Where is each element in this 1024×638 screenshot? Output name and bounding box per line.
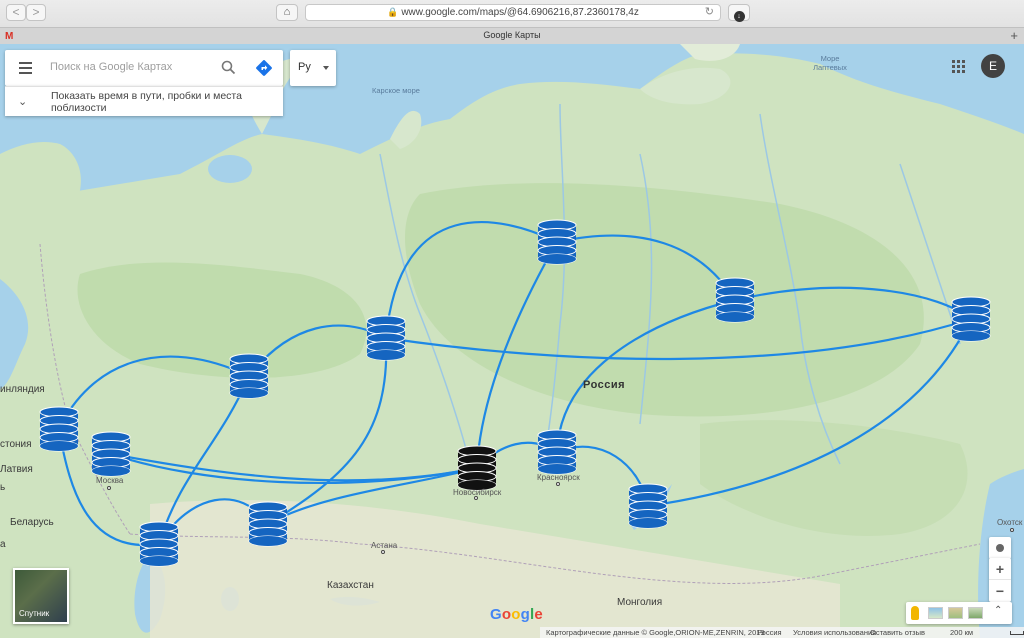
zoom-out-button[interactable]: −	[989, 580, 1011, 602]
travel-info-panel[interactable]: ⌄ Показать время в пути, пробки и места …	[5, 86, 283, 116]
label-finland: инляндия	[0, 384, 45, 395]
lock-icon: 🔒	[387, 7, 399, 17]
satellite-label: Спутник	[19, 609, 50, 618]
route-line	[385, 317, 972, 361]
chevron-down-icon[interactable]: ⌄	[18, 95, 27, 108]
caret-down-icon	[323, 66, 329, 70]
map-data-attribution: Картографические данные © Google,ORION-M…	[546, 628, 765, 637]
feedback-link[interactable]: Оставить отзыв	[870, 628, 925, 637]
route-line	[647, 318, 972, 508]
route-lines	[57, 221, 972, 547]
layers-bar: ⌃	[906, 602, 1012, 624]
label-kazakhstan: Казахстан	[327, 580, 374, 591]
terms-link[interactable]: Условия использования	[793, 628, 876, 637]
route-line	[555, 298, 736, 453]
my-location-button[interactable]	[989, 537, 1011, 559]
download-button[interactable]: ↓	[728, 4, 750, 22]
route-line	[556, 234, 736, 301]
database-node-novosibirsk[interactable]	[457, 445, 497, 491]
input-language-label: Ру	[298, 61, 311, 73]
database-node[interactable]	[91, 431, 131, 477]
satellite-toggle[interactable]: Спутник	[13, 568, 69, 624]
database-node[interactable]	[951, 296, 991, 342]
label-astana: Астана	[371, 541, 398, 550]
database-node[interactable]	[537, 429, 577, 475]
zoom-in-button[interactable]: +	[989, 558, 1011, 580]
label-laptev-sea: Море Лаптевых	[813, 54, 847, 72]
reload-icon[interactable]: ↻	[705, 5, 714, 20]
database-node[interactable]	[139, 521, 179, 567]
map-canvas[interactable]: Карское море Море Лаптевых Россия инлянд…	[0, 44, 1024, 638]
database-node[interactable]	[39, 406, 79, 452]
database-node[interactable]	[715, 277, 755, 323]
route-line	[58, 355, 250, 430]
layer-thumb-1[interactable]	[928, 607, 943, 619]
directions-icon[interactable]	[255, 59, 273, 77]
label-belarus: Беларусь	[10, 517, 54, 528]
scale-bar	[1010, 631, 1024, 635]
route-line	[734, 286, 972, 320]
database-node[interactable]	[229, 353, 269, 399]
search-panel: Поиск на Google Картах	[5, 50, 283, 86]
database-node[interactable]	[366, 315, 406, 361]
url-text: www.google.com/maps/@64.6906216,87.23601…	[401, 7, 639, 18]
route-line	[267, 466, 478, 525]
route-line	[157, 375, 251, 545]
new-tab-button[interactable]: +	[1010, 28, 1018, 43]
search-icon[interactable]	[220, 59, 237, 76]
label-estonia: стония	[0, 439, 32, 450]
menu-icon[interactable]	[19, 62, 32, 74]
astana-dot	[381, 550, 385, 554]
account-avatar[interactable]: E	[981, 54, 1005, 78]
label-mongolia: Монголия	[617, 597, 663, 608]
input-language-button[interactable]: Ру	[290, 50, 336, 86]
label-letter-l: ь	[0, 482, 6, 493]
label-kara-sea: Карское море	[372, 86, 420, 95]
okhotsk-dot	[1010, 528, 1014, 532]
google-logo: Google	[490, 606, 543, 623]
pegman-icon[interactable]	[911, 606, 919, 620]
network-overlay	[39, 219, 991, 567]
label-krasnoyarsk: Красноярск	[537, 473, 580, 482]
label-letter-a: а	[0, 539, 6, 550]
travel-info-text: Показать время в пути, пробки и места по…	[51, 90, 242, 114]
database-node[interactable]	[248, 501, 288, 547]
route-line	[384, 221, 558, 339]
home-button[interactable]: ⌂	[276, 4, 298, 21]
database-nodes	[39, 219, 991, 567]
google-apps-icon[interactable]	[952, 60, 966, 74]
label-russia: Россия	[583, 379, 626, 391]
download-icon: ↓	[733, 11, 745, 22]
zoom-controls: + −	[989, 558, 1011, 602]
browser-toolbar: < > ⌂ 🔒 www.google.com/maps/@64.6906216,8…	[0, 0, 1024, 44]
tab-google-maps[interactable]: Google Карты	[0, 30, 1024, 40]
label-latvia: Латвия	[0, 464, 33, 475]
label-okhotsk: Охотск	[997, 518, 1023, 527]
expand-icon[interactable]: ⌃	[994, 605, 1002, 616]
layer-thumb-3[interactable]	[968, 607, 983, 619]
back-button[interactable]: <	[6, 4, 26, 21]
route-line	[267, 337, 388, 525]
novosibirsk-dot	[474, 496, 478, 500]
location-icon	[996, 544, 1004, 552]
search-input[interactable]: Поиск на Google Картах	[50, 61, 172, 73]
label-moscow: Москва	[96, 476, 124, 485]
database-node[interactable]	[537, 219, 577, 265]
forward-button[interactable]: >	[26, 4, 46, 21]
tab-bar: M Google Карты +	[0, 27, 1024, 44]
route-line	[248, 324, 387, 377]
database-node[interactable]	[628, 483, 668, 529]
layer-thumb-2[interactable]	[948, 607, 963, 619]
krasnoyarsk-dot	[556, 482, 560, 486]
map-footer: Картографические данные © Google,ORION-M…	[540, 627, 1024, 638]
scale-label: 200 км	[950, 628, 974, 637]
address-bar[interactable]: 🔒 www.google.com/maps/@64.6906216,87.2360…	[305, 4, 721, 21]
moscow-dot	[107, 486, 111, 490]
region-link[interactable]: Россия	[757, 628, 782, 637]
